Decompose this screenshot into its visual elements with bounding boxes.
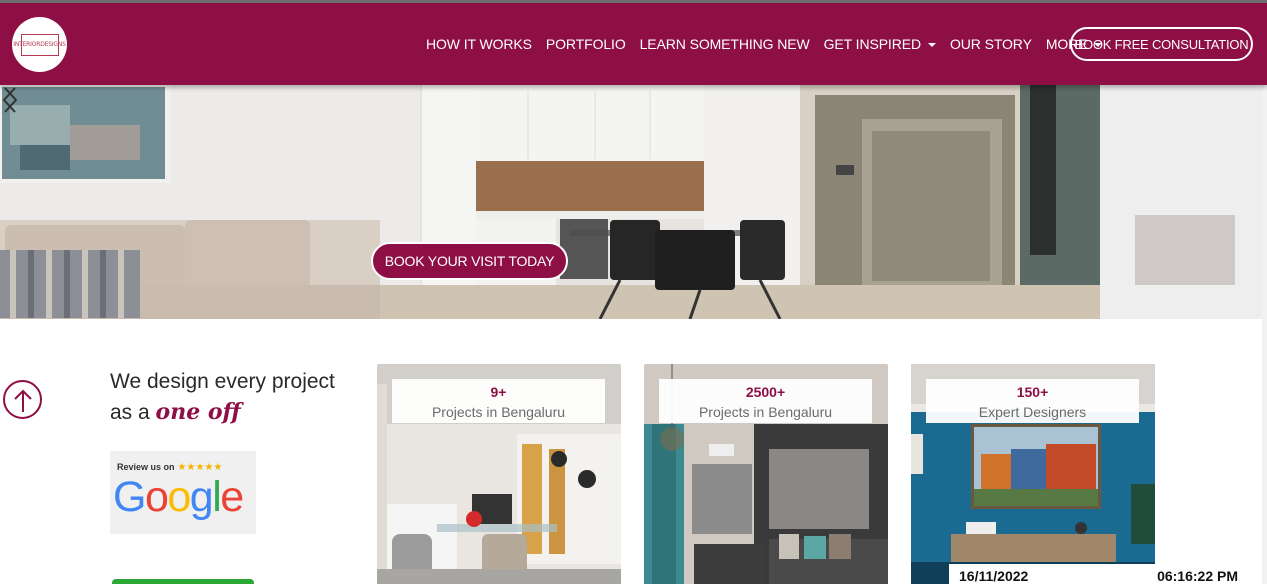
tagline: We design every project as a one off — [110, 366, 350, 428]
book-visit-button[interactable]: BOOK YOUR VISIT TODAY — [371, 242, 568, 280]
date-time-overlay: 16/11/2022 06:16:22 PM — [949, 564, 1262, 584]
stat-label-box: 150+ Expert Designers — [926, 379, 1139, 423]
stars-icon: ★★★★★ — [177, 462, 223, 473]
site-header: INTERIORDESIGNS HOW IT WORKS PORTFOLIO L… — [0, 3, 1267, 85]
nav-label: HOW IT WORKS — [426, 36, 532, 52]
stat-caption: Expert Designers — [978, 404, 1087, 420]
stat-count: 9+ — [490, 384, 507, 400]
stat-card[interactable]: 2500+ Projects in Bengaluru — [644, 364, 888, 584]
logo-mark: INTERIORDESIGNS — [13, 33, 66, 56]
nav-learn-something-new[interactable]: LEARN SOMETHING NEW — [640, 36, 810, 52]
hero-carousel: BOOK YOUR VISIT TODAY — [0, 85, 1267, 319]
nav-label: OUR STORY — [949, 36, 1032, 52]
main-nav: HOW IT WORKS PORTFOLIO LEARN SOMETHING N… — [426, 36, 1116, 52]
google-wordmark: Google — [113, 473, 244, 521]
stat-label-box: 9+ Projects in Bengaluru — [392, 379, 605, 423]
stat-label-box: 2500+ Projects in Bengaluru — [659, 379, 872, 423]
tagline-accent: one off — [155, 399, 241, 425]
nav-label: LEARN SOMETHING NEW — [639, 36, 810, 52]
nav-get-inspired[interactable]: GET INSPIRED — [824, 36, 936, 52]
nav-label: GET INSPIRED — [823, 36, 921, 52]
scroll-to-top-button[interactable] — [3, 380, 42, 419]
logo-text: INTERIORDESIGNS — [13, 41, 66, 48]
stat-count: 2500+ — [745, 384, 786, 400]
google-review-badge[interactable]: Review us on ★★★★★ Google — [110, 451, 256, 534]
stat-card[interactable]: 9+ Projects in Bengaluru — [377, 364, 621, 584]
stat-count: 150+ — [1016, 384, 1049, 400]
review-caption: Review us on ★★★★★ — [117, 462, 222, 473]
current-date: 16/11/2022 — [959, 568, 1029, 584]
current-time: 06:16:22 PM — [1157, 568, 1238, 584]
nav-our-story[interactable]: OUR STORY — [950, 36, 1032, 52]
carousel-next-icon[interactable] — [0, 85, 20, 115]
page-scrollbar[interactable] — [1262, 85, 1267, 584]
stat-caption: Projects in Bengaluru — [698, 404, 833, 420]
nav-label: PORTFOLIO — [545, 36, 626, 52]
arrow-up-icon — [14, 389, 32, 412]
nav-how-it-works[interactable]: HOW IT WORKS — [426, 36, 532, 52]
book-consultation-button[interactable]: BOOK FREE CONSULTATION — [1070, 27, 1253, 61]
green-action-button[interactable] — [112, 579, 254, 584]
stat-caption: Projects in Bengaluru — [431, 404, 566, 420]
caret-down-icon — [927, 42, 936, 47]
review-text: Review us on — [117, 462, 175, 472]
stat-card[interactable]: 150+ Expert Designers — [911, 364, 1155, 584]
site-logo[interactable]: INTERIORDESIGNS — [12, 17, 67, 72]
hero-image — [0, 85, 1267, 319]
nav-portfolio[interactable]: PORTFOLIO — [546, 36, 626, 52]
